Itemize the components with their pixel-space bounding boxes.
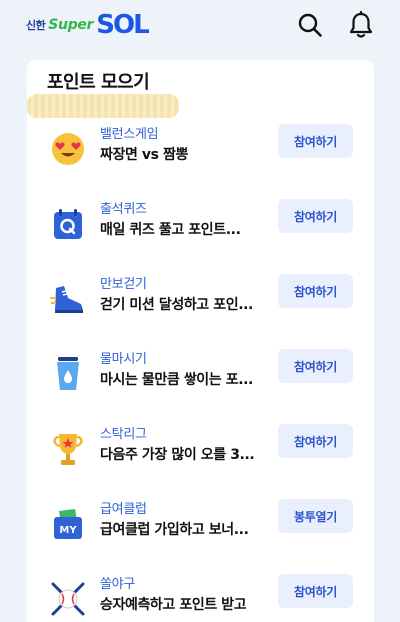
water-cup-icon xyxy=(49,355,87,393)
item-description: 다음주 가장 많이 오를 3... xyxy=(100,447,255,463)
redacted-highlight xyxy=(27,94,179,118)
search-icon xyxy=(298,13,322,37)
calendar-quiz-icon xyxy=(49,205,87,243)
heart-eyes-emoji-icon xyxy=(49,130,87,168)
item-description: 걷기 미션 달성하고 포인... xyxy=(100,297,253,313)
open-envelope-button[interactable]: 봉투열기 xyxy=(278,499,353,533)
item-description: 매일 퀴즈 풀고 포인트... xyxy=(100,222,241,238)
list-item-attendance-quiz[interactable]: 출석퀴즈 매일 퀴즈 풀고 포인트... 참여하기 xyxy=(27,197,374,257)
join-button[interactable]: 참여하기 xyxy=(278,124,353,158)
item-category: 쏠야구 xyxy=(100,577,135,592)
item-category: 밸런스게임 xyxy=(100,127,159,142)
join-button[interactable]: 참여하기 xyxy=(278,274,353,308)
item-description: 짜장면 vs 짬뽕 xyxy=(100,147,189,163)
item-category: 물마시기 xyxy=(100,352,147,367)
list-item-balance-game[interactable]: 밸런스게임 짜장면 vs 짬뽕 참여하기 xyxy=(27,122,374,182)
logo-super-text: Super xyxy=(48,17,94,33)
trophy-icon xyxy=(49,430,87,468)
list-item-stock-league[interactable]: 스탁리그 다음주 가장 많이 오를 3... 참여하기 xyxy=(27,422,374,482)
top-bar: 신한 Super SOL xyxy=(0,0,400,52)
svg-text:MY: MY xyxy=(59,525,77,536)
join-button[interactable]: 참여하기 xyxy=(278,574,353,608)
item-category: 출석퀴즈 xyxy=(100,202,147,217)
list-item-drink-water[interactable]: 물마시기 마시는 물만큼 쌓이는 포... 참여하기 xyxy=(27,347,374,407)
search-button[interactable] xyxy=(295,10,325,40)
join-button[interactable]: 참여하기 xyxy=(278,424,353,458)
points-card: 포인트 모으기 밸런스게임 짜장면 vs 짬뽕 참여하기 출석퀴즈 매일 퀴즈 … xyxy=(27,60,374,622)
list-item-salary-club[interactable]: MY 급여클럽 급여클럽 가입하고 보너... 봉투열기 xyxy=(27,497,374,557)
shinhan-super-sol-logo[interactable]: 신한 Super SOL xyxy=(26,8,150,42)
sneaker-icon xyxy=(49,280,87,318)
join-button[interactable]: 참여하기 xyxy=(278,199,353,233)
list-item-sol-baseball[interactable]: 쏠야구 승자예측하고 포인트 받고 참여하기 xyxy=(27,572,374,622)
notification-button[interactable] xyxy=(346,10,376,40)
bell-icon xyxy=(349,11,373,38)
section-title: 포인트 모으기 xyxy=(47,72,150,93)
logo-sol-text: SOL xyxy=(96,10,149,40)
item-category: 만보걷기 xyxy=(100,277,147,292)
baseball-icon xyxy=(49,580,87,618)
logo-shinhan-text: 신한 xyxy=(26,19,46,32)
item-description: 승자예측하고 포인트 받고 xyxy=(100,597,247,613)
item-category: 스탁리그 xyxy=(100,427,147,442)
item-description: 마시는 물만큼 쌓이는 포... xyxy=(100,372,253,388)
item-description: 급여클럽 가입하고 보너... xyxy=(100,522,249,538)
list-item-step-walk[interactable]: 만보걷기 걷기 미션 달성하고 포인... 참여하기 xyxy=(27,272,374,332)
wallet-my-icon: MY xyxy=(49,505,87,543)
join-button[interactable]: 참여하기 xyxy=(278,349,353,383)
item-category: 급여클럽 xyxy=(100,502,147,517)
